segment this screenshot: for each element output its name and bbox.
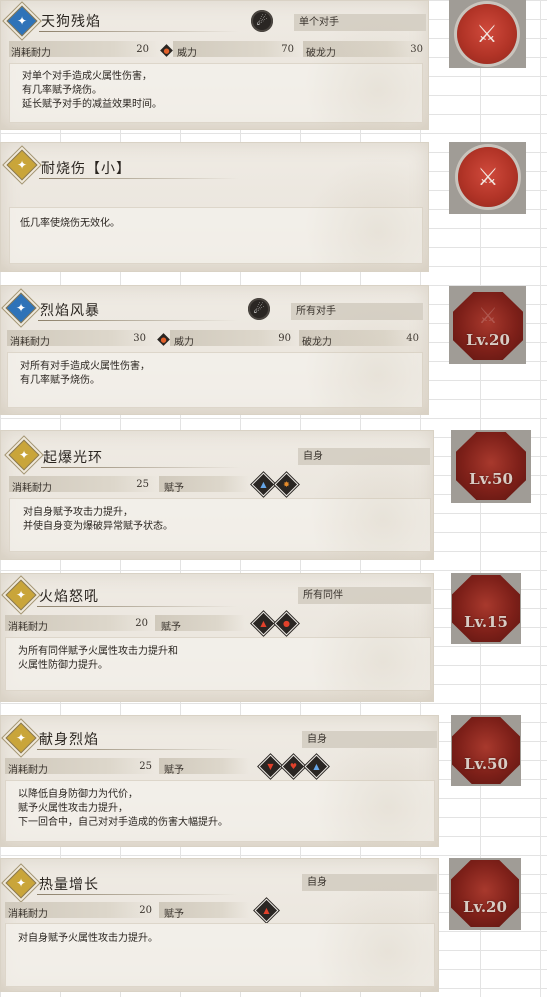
unlock-level: Lv.15 (464, 612, 508, 631)
name-underline (37, 894, 237, 895)
power-value: 70 (281, 44, 294, 55)
dragon-label: 破龙力 (302, 337, 332, 348)
name-underline (39, 31, 239, 32)
skill-name: 火焰怒吼 (39, 589, 99, 605)
skill-name: 烈焰风暴 (40, 303, 100, 319)
buff-icon: ♥ (281, 754, 306, 779)
grant-label: 赋予 (164, 909, 184, 920)
unlock-badge: Lv.15 (452, 575, 520, 642)
stamina-cost-label: 消耗耐力 (8, 622, 48, 633)
description-box (9, 207, 423, 264)
dragon-value: 30 (410, 44, 423, 55)
grant-label: 赋予 (164, 483, 184, 494)
fire-power-icon: ● (157, 333, 170, 346)
skill-type-icon: ✦ (5, 292, 37, 324)
unlock-badge: ⚔ (458, 147, 518, 207)
skill-description: 低几率使烧伤无效化。 (20, 218, 120, 229)
skill-card-7[interactable]: ✦ 热量增长 自身 消耗耐力 20 赋予 ▲ 对自身赋予火属性攻击力提升。 (0, 858, 439, 992)
skill-description: 对自身赋予火属性攻击力提升。 (18, 933, 158, 944)
skill-card-3[interactable]: ✦ 烈焰风暴 ☄ 所有对手 消耗耐力 30 ● 威力 90 破龙力 40 对所有… (0, 285, 429, 415)
skill-card-2[interactable]: ✦ 耐烧伤【小】 低几率使烧伤无效化。 (0, 142, 429, 272)
fire-skill-icon: ⚔ (476, 20, 498, 48)
stamina-cost-value: 20 (136, 44, 149, 55)
unlock-level: Lv.50 (469, 470, 513, 488)
name-underline (37, 749, 237, 750)
skill-type-icon: ✦ (8, 439, 40, 471)
dragon-label: 破龙力 (306, 48, 336, 59)
skill-card-4[interactable]: ✦ 起爆光环 自身 消耗耐力 25 赋予 ▲ ✸ 对自身赋予攻击力提升， 并使自… (0, 430, 434, 560)
target-box: 所有对手 (291, 303, 423, 320)
skill-type-icon: ✦ (6, 149, 38, 181)
skill-description: 对所有对手造成火属性伤害， 有几率赋予烧伤。 (20, 361, 150, 386)
skill-name: 献身烈焰 (39, 732, 99, 748)
skill-card-6[interactable]: ✦ 献身烈焰 自身 消耗耐力 25 赋予 ▼ ♥ ▲ 以降低自身防御力为代价， … (0, 715, 439, 847)
debuff-icon: ✸ (274, 472, 299, 497)
debuff-icon: ▼ (258, 754, 283, 779)
dragon-value: 40 (406, 333, 419, 344)
fire-power-icon: ● (160, 44, 173, 57)
unlock-badge: ⚔ (457, 4, 517, 64)
fire-element-icon: ☄ (248, 298, 270, 320)
skill-type-icon: ✦ (5, 579, 37, 611)
dragon-bar (303, 41, 423, 57)
stamina-cost-value: 20 (139, 905, 152, 916)
skill-name: 耐烧伤【小】 (41, 161, 131, 177)
skill-description: 以降低自身防御力为代价， 赋予火属性攻击力提升， 下一回合中，自己对对手造成的伤… (18, 789, 228, 828)
skill-card-1[interactable]: ✦ 天狗残焰 ☄ 单个对手 消耗耐力 20 ● 威力 70 破龙力 30 对单个… (0, 0, 429, 130)
name-underline (37, 606, 237, 607)
stamina-cost-label: 消耗耐力 (10, 337, 50, 348)
stamina-cost-value: 20 (135, 618, 148, 629)
name-underline (41, 467, 241, 468)
unlock-badge: Lv.20 (451, 860, 519, 927)
buff-icon-2: ▲ (304, 754, 329, 779)
unlock-badge: ⚔ Lv.20 (453, 292, 523, 360)
stamina-cost-label: 消耗耐力 (8, 765, 48, 776)
unlock-level: Lv.50 (464, 754, 508, 773)
stamina-cost-value: 25 (136, 479, 149, 490)
power-label: 威力 (177, 48, 197, 59)
target-box: 自身 (298, 448, 430, 465)
power-label: 威力 (174, 337, 194, 348)
stamina-cost-label: 消耗耐力 (8, 909, 48, 920)
skill-card-5[interactable]: ✦ 火焰怒吼 所有同伴 消耗耐力 20 赋予 ▲ ● 为所有同伴赋予火属性攻击力… (0, 573, 434, 702)
skill-type-icon: ✦ (5, 867, 37, 899)
unlock-level: Lv.20 (466, 331, 510, 349)
skill-name: 天狗残焰 (41, 14, 101, 30)
buff-icon-2: ● (274, 611, 299, 636)
buff-icon: ▲ (254, 898, 279, 923)
skill-description: 对单个对手造成火属性伤害， 有几率赋予烧伤。 延长赋予对手的减益效果时间。 (22, 71, 162, 110)
fire-element-icon: ☄ (251, 10, 273, 32)
skill-name: 起爆光环 (43, 450, 103, 466)
name-underline (39, 178, 239, 179)
skill-description: 为所有同伴赋予火属性攻击力提升和 火属性防御力提升。 (18, 646, 178, 671)
stamina-cost-label: 消耗耐力 (12, 483, 52, 494)
unlock-badge: Lv.50 (452, 717, 520, 784)
stamina-cost-value: 30 (133, 333, 146, 344)
stamina-cost-value: 25 (139, 761, 152, 772)
stamina-cost-label: 消耗耐力 (11, 48, 51, 59)
grant-label: 赋予 (161, 622, 181, 633)
target-box: 所有同伴 (298, 587, 431, 604)
buff-icon: ▲ (251, 472, 276, 497)
skill-name: 热量增长 (39, 877, 99, 893)
skill-type-icon: ✦ (6, 5, 38, 37)
buff-icon: ▲ (251, 611, 276, 636)
fire-skill-icon: ⚔ (477, 163, 499, 191)
target-box: 自身 (302, 874, 437, 891)
target-box: 单个对手 (294, 14, 426, 31)
dragon-bar (299, 330, 421, 346)
unlock-badge: Lv.50 (456, 432, 526, 500)
skill-description: 对自身赋予攻击力提升， 并使自身变为爆破异常赋予状态。 (23, 507, 173, 532)
target-box: 自身 (302, 731, 437, 748)
skill-type-icon: ✦ (5, 722, 37, 754)
name-underline (38, 320, 238, 321)
power-value: 90 (278, 333, 291, 344)
unlock-level: Lv.20 (463, 897, 507, 916)
grant-label: 赋予 (164, 765, 184, 776)
